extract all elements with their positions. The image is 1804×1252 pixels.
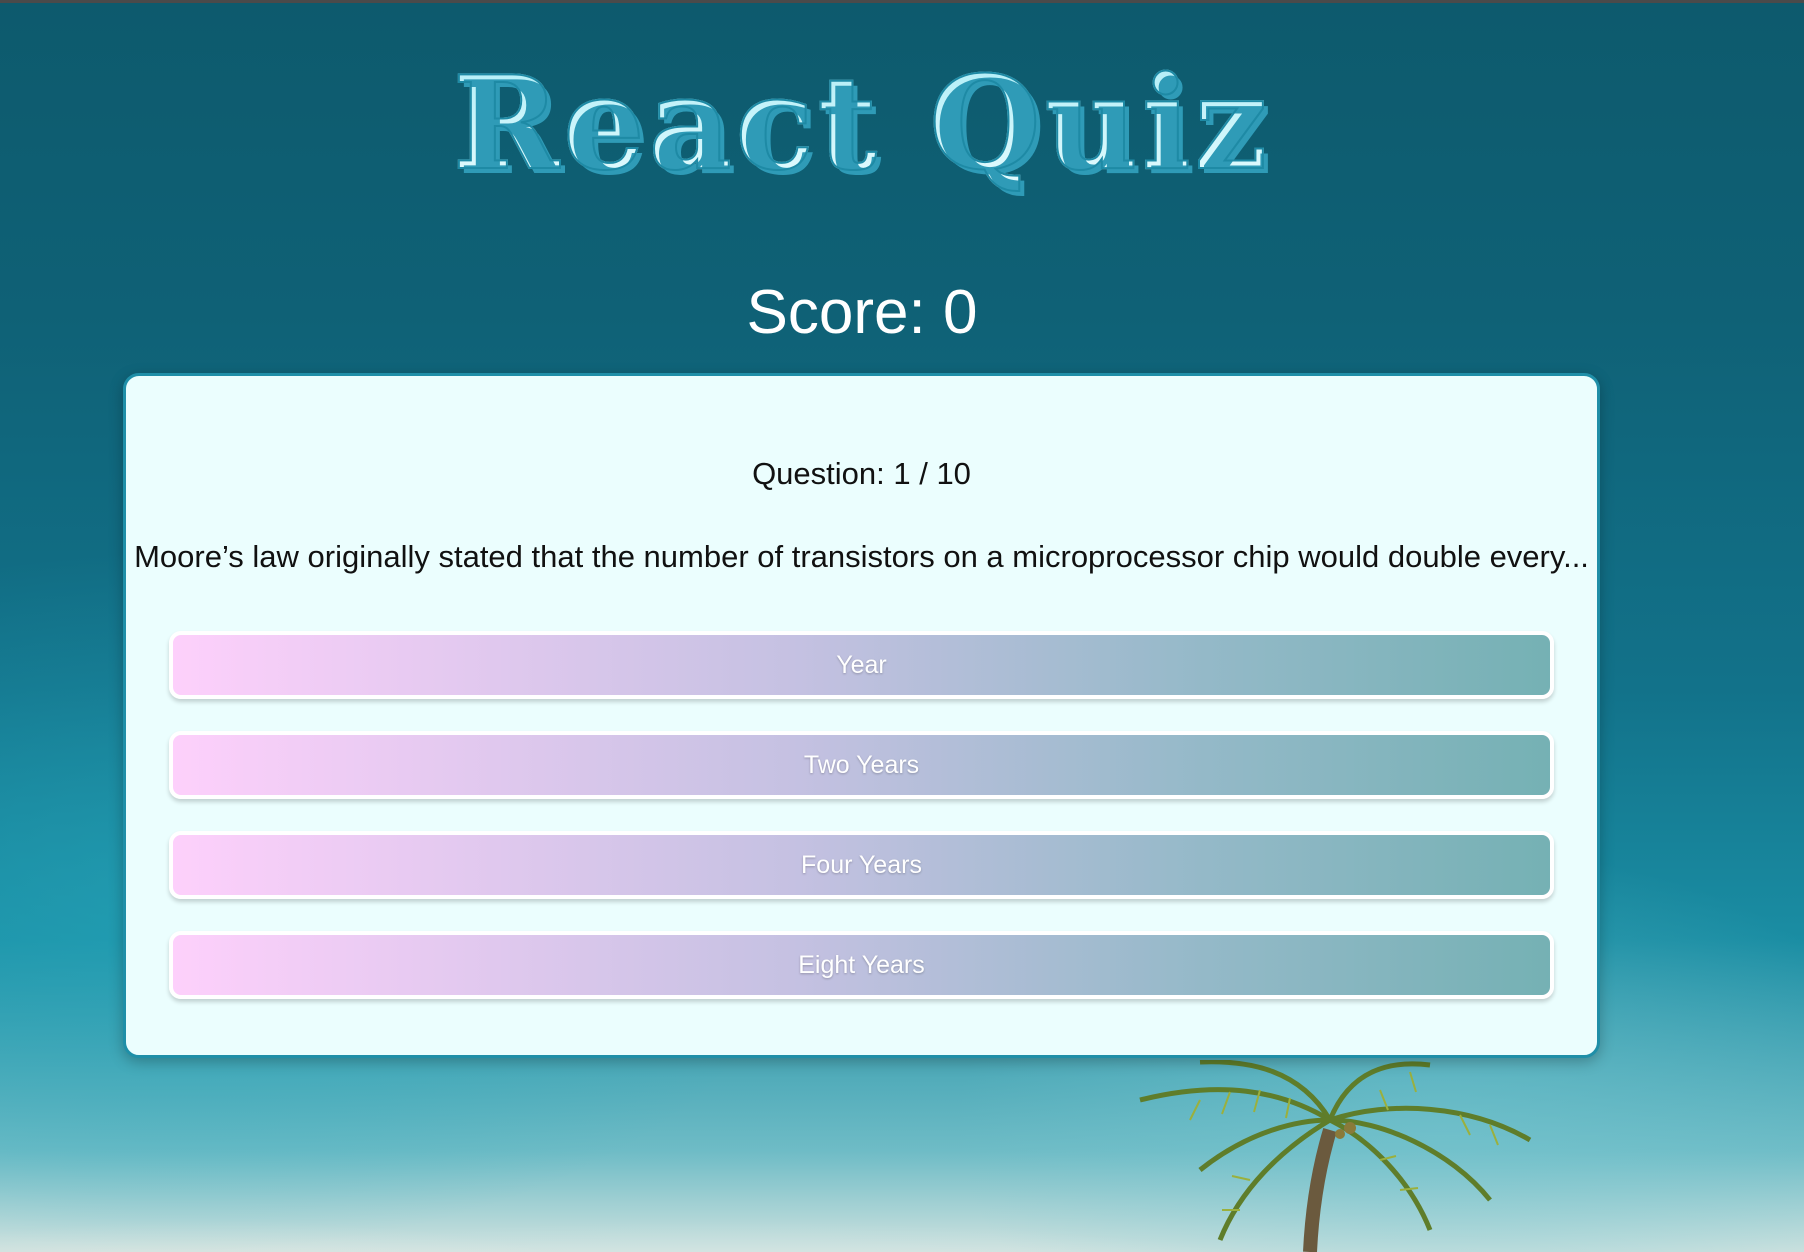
app-title: React Quiz bbox=[0, 48, 1724, 202]
question-counter: Question: 1 / 10 bbox=[752, 456, 971, 491]
answer-list: Year Two Years Four Years Eight Years bbox=[169, 631, 1554, 1031]
answer-button-two-years[interactable]: Two Years bbox=[169, 731, 1554, 799]
answer-button-year[interactable]: Year bbox=[169, 631, 1554, 699]
score-display: Score: 0 bbox=[746, 278, 978, 347]
window-top-border bbox=[0, 0, 1804, 3]
palm-tree-decoration bbox=[1139, 1060, 1532, 1252]
answer-button-four-years[interactable]: Four Years bbox=[169, 831, 1554, 899]
answer-button-eight-years[interactable]: Eight Years bbox=[169, 931, 1554, 999]
question-text: Moore’s law originally stated that the n… bbox=[134, 539, 1589, 574]
question-card: Question: 1 / 10 Moore’s law originally … bbox=[123, 373, 1600, 1058]
